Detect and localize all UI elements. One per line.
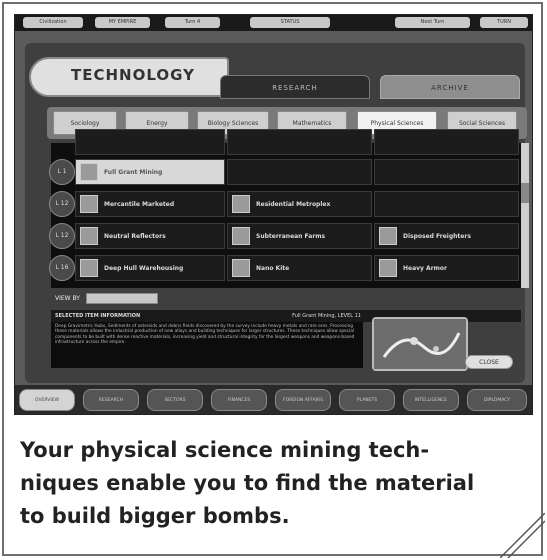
- tech-thumbnail: [379, 259, 397, 277]
- tech-row: L 12 Neutral Reflectors Subterranean Far…: [49, 221, 521, 251]
- topbar-seg-4[interactable]: Next Turn: [395, 17, 470, 28]
- topbar-seg-2[interactable]: Turn 4: [165, 17, 220, 28]
- view-by-label: VIEW BY: [55, 295, 80, 302]
- tech-row: L 1 Full Grant Mining: [49, 157, 521, 187]
- preview-art: [374, 319, 466, 369]
- bottom-tab-6[interactable]: INTELLIGENCE: [403, 389, 459, 411]
- tech-name: Nano Kite: [256, 265, 290, 272]
- tech-thumbnail: [379, 227, 397, 245]
- tab-archive[interactable]: ARCHIVE: [380, 75, 520, 99]
- bottom-tab-0[interactable]: OVERVIEW: [19, 389, 75, 411]
- tech-cell[interactable]: Deep Hull Warehousing: [75, 255, 225, 281]
- tech-cell[interactable]: [374, 129, 519, 155]
- level-badge: L 1: [49, 159, 75, 185]
- bottom-tab-7[interactable]: DIPLOMACY: [467, 389, 527, 411]
- tech-name: Deep Hull Warehousing: [104, 265, 184, 272]
- tech-cell[interactable]: Mercantile Marketed: [75, 191, 225, 217]
- tech-cell[interactable]: Nano Kite: [227, 255, 372, 281]
- tech-thumbnail: [80, 227, 98, 245]
- view-by-control: VIEW BY: [55, 293, 158, 305]
- technology-title: TECHNOLOGY: [29, 57, 229, 97]
- tech-cell[interactable]: Residential Metroplex: [227, 191, 372, 217]
- tech-cell[interactable]: [75, 129, 225, 155]
- tech-name: Residential Metroplex: [256, 201, 331, 208]
- scrollbar-thumb[interactable]: [521, 183, 529, 203]
- tech-thumbnail: [80, 259, 98, 277]
- top-status-bar: Civilization MY EMPIRE Turn 4 STATUS Nex…: [15, 15, 532, 31]
- topbar-seg-1[interactable]: MY EMPIRE: [95, 17, 150, 28]
- tech-grid: L 1 Full Grant Mining L 12 Mercantile Ma…: [49, 129, 521, 288]
- tech-cell-selected[interactable]: Full Grant Mining: [75, 159, 225, 185]
- tech-row: L 16 Deep Hull Warehousing Nano Kite Hea…: [49, 253, 521, 283]
- tech-name: Mercantile Marketed: [104, 201, 175, 208]
- tech-cell[interactable]: Neutral Reflectors: [75, 223, 225, 249]
- figure-caption: Your physical science mining tech- nique…: [20, 438, 475, 528]
- level-badge: L 16: [49, 255, 75, 281]
- tech-cell[interactable]: Disposed Freighters: [374, 223, 519, 249]
- tech-thumbnail: [232, 195, 250, 213]
- tech-name: Disposed Freighters: [403, 233, 471, 240]
- tech-row: L 12 Mercantile Marketed Residential Met…: [49, 189, 521, 219]
- tech-cell[interactable]: [374, 191, 519, 217]
- tech-cell[interactable]: [374, 159, 519, 185]
- tech-preview-image: [372, 317, 468, 371]
- level-badge: L 12: [49, 223, 75, 249]
- bottom-tab-5[interactable]: PLANETS: [339, 389, 395, 411]
- tech-cell[interactable]: Subterranean Farms: [227, 223, 372, 249]
- tab-research[interactable]: RESEARCH: [220, 75, 370, 99]
- close-button[interactable]: CLOSE: [465, 355, 513, 369]
- tech-name: Subterranean Farms: [256, 233, 326, 240]
- info-description: Deep Gravimetric Hubs, Sediments of aste…: [51, 322, 363, 368]
- tech-thumbnail: [232, 227, 250, 245]
- tech-thumbnail: [80, 195, 98, 213]
- info-heading: SELECTED ITEM INFORMATION: [55, 313, 141, 319]
- level-badge: L 12: [49, 191, 75, 217]
- tech-thumbnail: [232, 259, 250, 277]
- topbar-seg-5[interactable]: TURN: [480, 17, 528, 28]
- view-by-select[interactable]: [85, 293, 158, 304]
- tech-thumbnail: [80, 163, 98, 181]
- bottom-tab-1[interactable]: RESEARCH: [83, 389, 139, 411]
- tech-name: Heavy Armor: [403, 265, 447, 272]
- tech-cell[interactable]: Heavy Armor: [374, 255, 519, 281]
- bottom-nav: OVERVIEW RESEARCH SECTORS FINANCES FOREI…: [15, 385, 532, 414]
- tech-cell[interactable]: [227, 159, 372, 185]
- tech-row: [51, 127, 521, 157]
- game-screenshot: Civilization MY EMPIRE Turn 4 STATUS Nex…: [14, 14, 533, 415]
- bottom-tab-3[interactable]: FINANCES: [211, 389, 267, 411]
- topbar-seg-3[interactable]: STATUS: [250, 17, 330, 28]
- tech-cell[interactable]: [227, 129, 372, 155]
- topbar-seg-0[interactable]: Civilization: [23, 17, 83, 28]
- tech-grid-scrollbar[interactable]: [521, 143, 529, 288]
- bottom-tab-2[interactable]: SECTORS: [147, 389, 203, 411]
- tech-name: Full Grant Mining: [104, 169, 163, 176]
- tech-name: Neutral Reflectors: [104, 233, 166, 240]
- bottom-tab-4[interactable]: FOREIGN AFFAIRS: [275, 389, 331, 411]
- info-item-name: Full Grant Mining, LEVEL 11: [292, 313, 361, 319]
